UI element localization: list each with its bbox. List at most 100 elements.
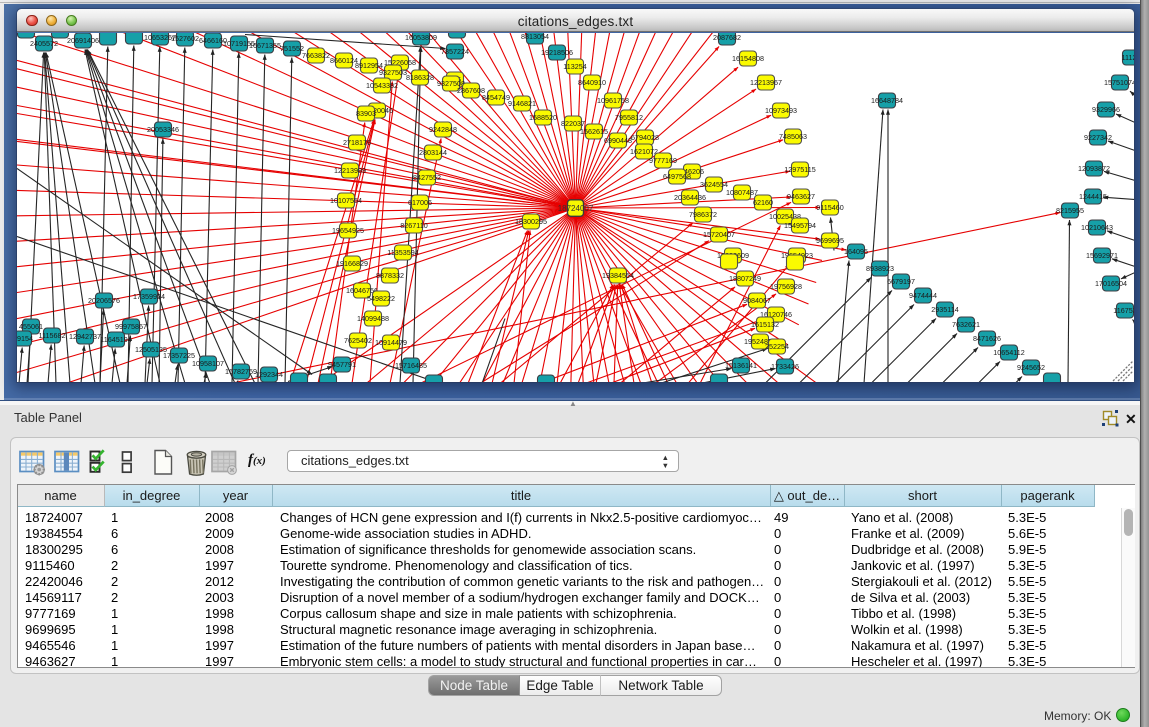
svg-text:19756928: 19756928 (770, 281, 802, 290)
svg-text:164095: 164095 (844, 246, 868, 255)
svg-text:39154: 39154 (17, 333, 33, 342)
svg-text:3624554: 3624554 (700, 179, 728, 188)
svg-text:8640910: 8640910 (578, 77, 606, 86)
svg-text:6497568: 6497568 (663, 171, 691, 180)
svg-text:1292344: 1292344 (255, 369, 283, 378)
svg-text:12093872: 12093872 (1078, 163, 1110, 172)
svg-text:12213967: 12213967 (750, 77, 782, 86)
svg-text:7663822: 7663822 (302, 50, 330, 59)
svg-text:9329966: 9329966 (1092, 104, 1120, 113)
svg-text:14099488: 14099488 (357, 313, 389, 322)
svg-text:19218506: 19218506 (541, 47, 573, 56)
svg-text:16154808: 16154808 (732, 53, 764, 62)
svg-text:5498222: 5498222 (367, 293, 395, 302)
svg-text:15692971: 15692971 (1086, 250, 1118, 259)
svg-text:7986372: 7986372 (689, 209, 717, 218)
svg-text:12975115: 12975115 (784, 164, 815, 173)
svg-text:116753: 116753 (1113, 305, 1134, 314)
svg-text:252254: 252254 (765, 341, 789, 350)
svg-text:1615132: 1615132 (751, 319, 779, 328)
svg-text:10973493: 10973493 (765, 105, 797, 114)
svg-text:10210643: 10210643 (1081, 222, 1113, 231)
svg-text:1527602: 1527602 (171, 33, 199, 42)
svg-text:9227342: 9227342 (1084, 132, 1112, 141)
svg-text:6679197: 6679197 (887, 276, 915, 285)
svg-text:17359924: 17359924 (133, 291, 165, 300)
svg-text:83903: 83903 (356, 108, 376, 117)
svg-text:1562615: 1562615 (580, 126, 608, 135)
svg-text:8454749: 8454749 (482, 92, 510, 101)
svg-text:455061: 455061 (19, 321, 43, 330)
svg-text:10107554: 10107554 (330, 195, 362, 204)
svg-text:15136141: 15136141 (725, 360, 757, 369)
svg-text:8660124: 8660124 (330, 55, 358, 64)
svg-text:1244415: 1244415 (1079, 191, 1107, 200)
svg-text:10961758: 10961758 (597, 95, 629, 104)
svg-text:10654112: 10654112 (993, 347, 1024, 356)
svg-text:12942737: 12942737 (69, 331, 101, 340)
svg-text:6990448: 6990448 (604, 135, 632, 144)
svg-text:20364436: 20364436 (674, 192, 706, 201)
svg-text:16648784: 16648784 (871, 95, 903, 104)
svg-text:18724007: 18724007 (558, 203, 594, 212)
svg-text:1733426: 1733426 (771, 361, 799, 370)
svg-text:12213989: 12213989 (334, 165, 366, 174)
svg-text:16053809: 16053809 (405, 33, 437, 42)
svg-text:8938923: 8938923 (866, 263, 894, 272)
svg-text:19166829: 19166829 (336, 258, 368, 267)
svg-text:11353594: 11353594 (387, 247, 418, 256)
svg-text:8427552: 8427552 (413, 172, 441, 181)
svg-text:9146821: 9146821 (508, 98, 536, 107)
svg-text:1115682: 1115682 (39, 330, 66, 339)
svg-text:2087682: 2087682 (713, 33, 741, 42)
svg-text:18300295: 18300295 (515, 216, 547, 225)
svg-text:15720407: 15720407 (703, 229, 735, 238)
svg-text:17357225: 17357225 (163, 350, 195, 359)
svg-text:751552: 751552 (280, 43, 304, 52)
svg-text:11123: 11123 (1122, 52, 1134, 61)
svg-text:62160: 62160 (753, 197, 773, 206)
svg-text:2718176: 2718176 (343, 137, 371, 146)
svg-text:7625402: 7625402 (344, 335, 372, 344)
svg-text:8215955: 8215955 (1056, 205, 1084, 214)
svg-text:15751074: 15751074 (1104, 77, 1134, 86)
svg-text:99975867: 99975867 (115, 321, 147, 330)
svg-text:8267110: 8267110 (400, 220, 427, 229)
svg-text:9463627: 9463627 (787, 191, 815, 200)
svg-text:10543382: 10543382 (366, 80, 398, 89)
svg-text:18807249: 18807249 (729, 273, 761, 282)
svg-text:113254: 113254 (563, 61, 586, 70)
svg-text:16671355: 16671355 (249, 40, 281, 49)
svg-text:20691406: 20691406 (67, 35, 99, 44)
svg-text:20053346: 20053346 (147, 124, 179, 133)
svg-text:19654925: 19654925 (332, 225, 364, 234)
svg-text:9699695: 9699695 (816, 235, 844, 244)
svg-text:2405572: 2405572 (30, 38, 58, 47)
svg-text:10914479: 10914479 (375, 337, 407, 346)
svg-text:7632621: 7632621 (952, 319, 980, 328)
svg-text:20206576: 20206576 (88, 295, 120, 304)
svg-text:10807487: 10807487 (726, 187, 758, 196)
svg-text:9115460: 9115460 (816, 202, 843, 211)
svg-text:7485063: 7485063 (779, 131, 807, 140)
svg-text:8813054: 8813054 (521, 33, 549, 41)
svg-text:7857224: 7857224 (441, 46, 469, 55)
svg-text:9474444: 9474444 (909, 290, 937, 299)
svg-text:17016504: 17016504 (1095, 278, 1127, 287)
svg-text:9457791: 9457791 (328, 359, 356, 368)
svg-text:7955812: 7955812 (615, 112, 643, 121)
svg-text:10958107: 10958107 (192, 358, 224, 367)
svg-text:9327503: 9327503 (379, 67, 407, 76)
svg-text:8471626: 8471626 (973, 333, 1001, 342)
svg-text:617006: 617006 (408, 197, 432, 206)
svg-text:9084067: 9084067 (743, 295, 771, 304)
svg-text:11645194: 11645194 (100, 334, 131, 343)
svg-text:1621072: 1621072 (630, 146, 658, 155)
svg-text:8878332: 8878332 (376, 270, 404, 279)
svg-text:2867608: 2867608 (457, 85, 485, 94)
svg-text:19384554: 19384554 (602, 270, 634, 279)
svg-text:1588520: 1588520 (529, 112, 557, 121)
svg-text:15495794: 15495794 (784, 220, 816, 229)
svg-text:16782759: 16782759 (225, 366, 257, 375)
svg-text:9242848: 9242848 (429, 124, 457, 133)
